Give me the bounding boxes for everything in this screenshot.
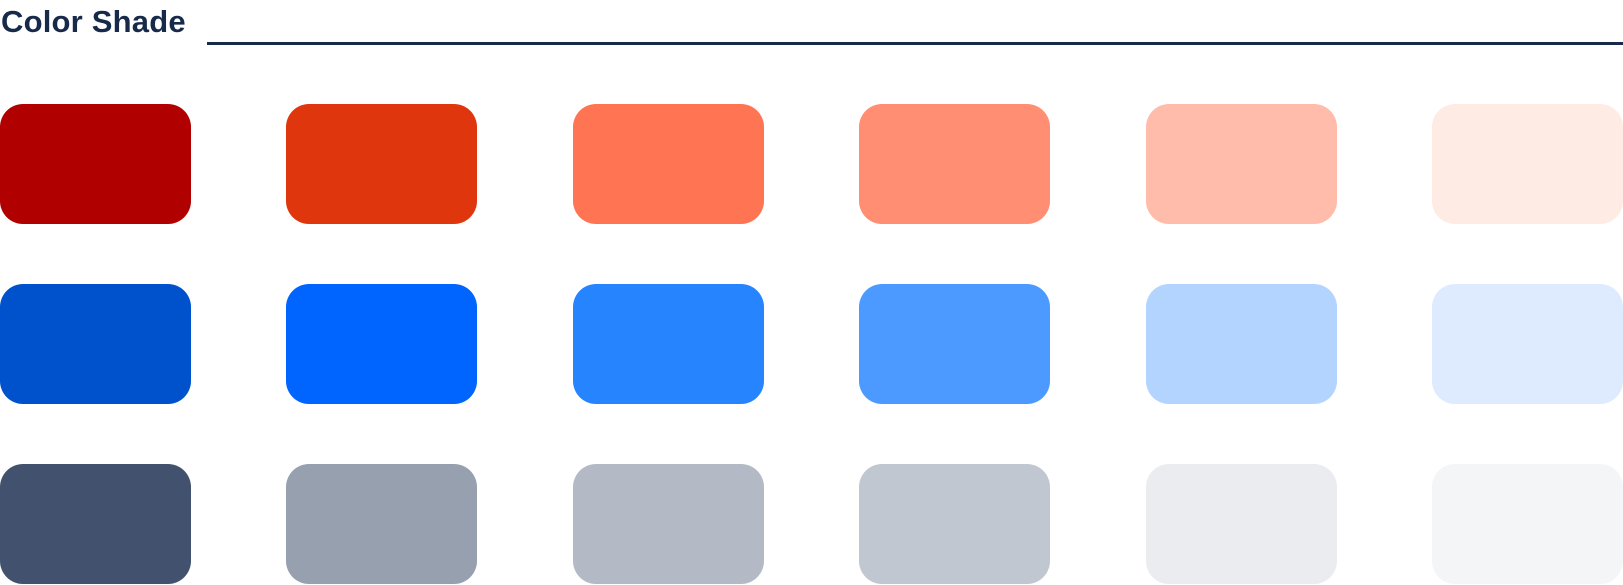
gray-swatch-5[interactable]: [1146, 464, 1337, 584]
blue-shade-row: [0, 284, 1623, 404]
blue-swatch-2[interactable]: [286, 284, 477, 404]
section-title: Color Shade: [1, 4, 186, 39]
gray-swatch-1[interactable]: [0, 464, 191, 584]
gray-swatch-6[interactable]: [1432, 464, 1623, 584]
blue-swatch-4[interactable]: [859, 284, 1050, 404]
title-divider: [207, 42, 1623, 45]
blue-swatch-3[interactable]: [573, 284, 764, 404]
red-shade-row: [0, 104, 1623, 224]
red-swatch-3[interactable]: [573, 104, 764, 224]
gray-swatch-2[interactable]: [286, 464, 477, 584]
blue-swatch-1[interactable]: [0, 284, 191, 404]
blue-swatch-6[interactable]: [1432, 284, 1623, 404]
gray-swatch-3[interactable]: [573, 464, 764, 584]
red-swatch-5[interactable]: [1146, 104, 1337, 224]
color-shade-grid: [0, 104, 1623, 585]
section-header: Color Shade: [0, 0, 1623, 50]
blue-swatch-5[interactable]: [1146, 284, 1337, 404]
red-swatch-2[interactable]: [286, 104, 477, 224]
gray-shade-row: [0, 464, 1623, 584]
gray-swatch-4[interactable]: [859, 464, 1050, 584]
red-swatch-1[interactable]: [0, 104, 191, 224]
red-swatch-4[interactable]: [859, 104, 1050, 224]
red-swatch-6[interactable]: [1432, 104, 1623, 224]
